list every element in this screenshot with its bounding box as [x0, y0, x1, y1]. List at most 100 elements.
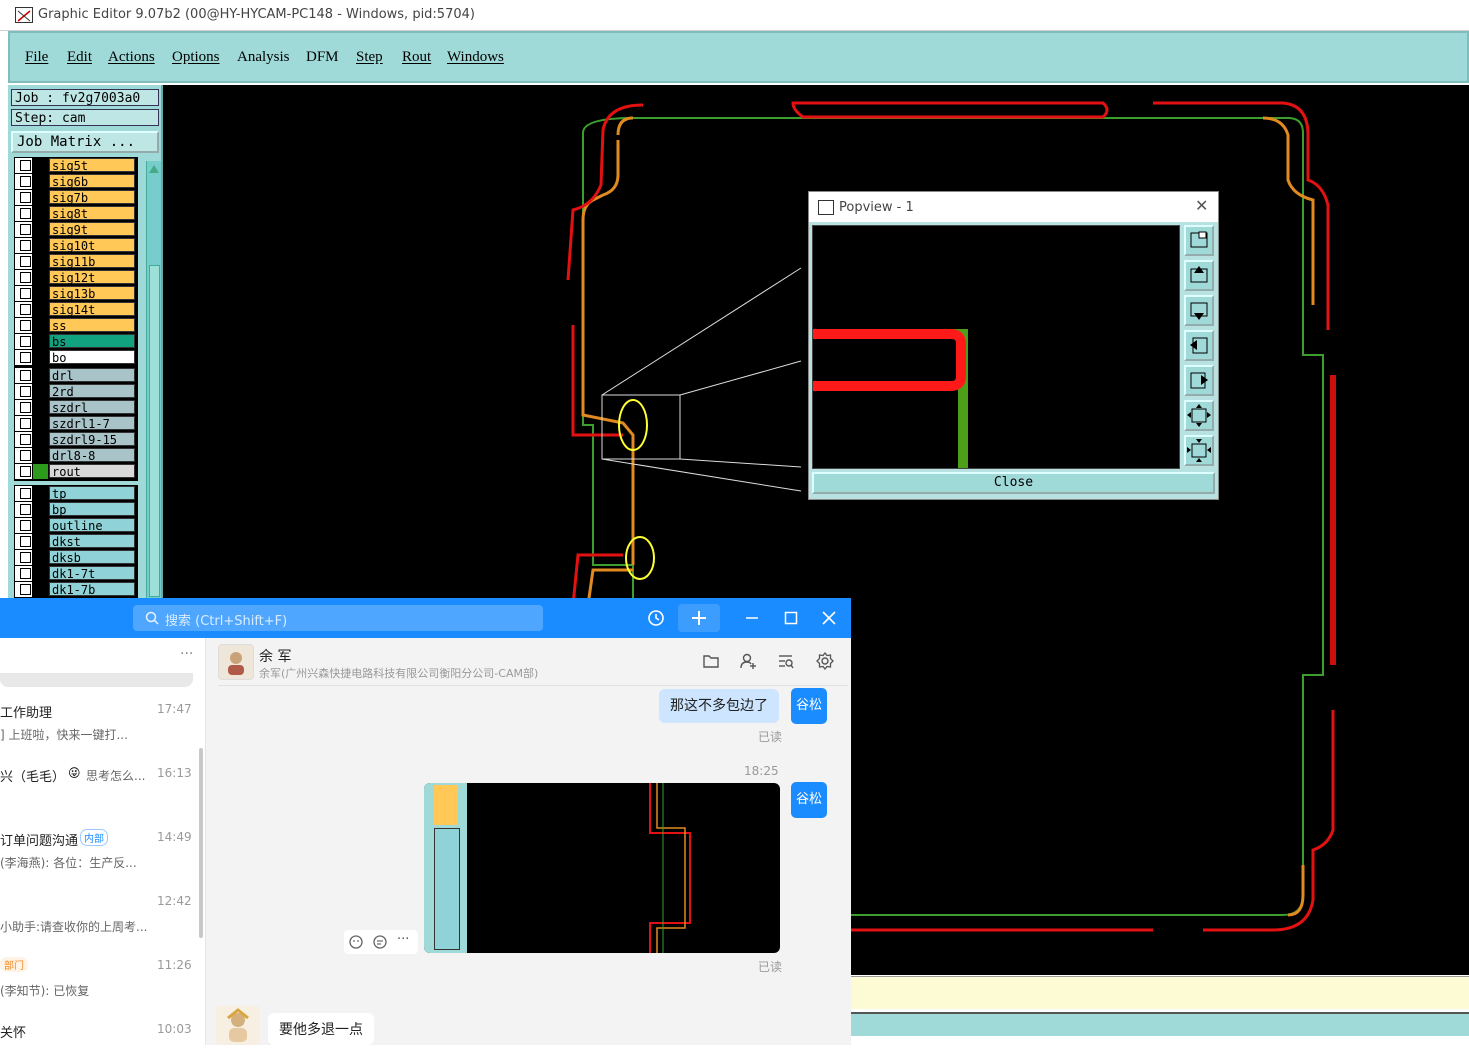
scroll-up-icon[interactable]: [147, 162, 161, 176]
layer-checkbox[interactable]: [20, 402, 31, 413]
layer-row-dk1-7t[interactable]: dk1-7t: [14, 566, 140, 581]
layer-name[interactable]: dk1-7t: [49, 566, 135, 581]
layer-row-dkst[interactable]: dkst: [14, 534, 140, 549]
layer-affect-swatch[interactable]: [33, 384, 48, 399]
reaction-icon[interactable]: [348, 934, 364, 950]
layer-affect-swatch[interactable]: [33, 350, 48, 365]
layer-affect-swatch[interactable]: [33, 334, 48, 349]
layer-affect-swatch[interactable]: [33, 368, 48, 383]
layer-checkbox[interactable]: [20, 504, 31, 515]
layer-name[interactable]: szdrl9-15: [49, 432, 135, 447]
layer-affect-swatch[interactable]: [33, 416, 48, 431]
layer-row-sig9t[interactable]: sig9t: [14, 222, 140, 237]
message-bubble[interactable]: 那这不多包边了: [659, 689, 779, 723]
layer-name[interactable]: rout: [49, 464, 135, 479]
layer-name[interactable]: sig10t: [49, 238, 135, 253]
layer-row-bo[interactable]: bo: [14, 350, 140, 365]
message-image[interactable]: [424, 783, 780, 953]
layer-name[interactable]: szdrl: [49, 400, 135, 415]
layer-row-bs[interactable]: bs: [14, 334, 140, 349]
add-member-icon[interactable]: [739, 652, 757, 670]
layer-affect-swatch[interactable]: [33, 502, 48, 517]
job-matrix-button[interactable]: Job Matrix ...: [11, 131, 159, 153]
layer-name[interactable]: bs: [49, 334, 135, 349]
layer-checkbox[interactable]: [20, 320, 31, 331]
layer-checkbox[interactable]: [20, 160, 31, 171]
layer-row-sig8t[interactable]: sig8t: [14, 206, 140, 221]
layer-row-drl[interactable]: drl: [14, 368, 140, 383]
layer-affect-swatch[interactable]: [33, 222, 48, 237]
layer-affect-swatch[interactable]: [33, 158, 48, 173]
layer-name[interactable]: sig6b: [49, 174, 135, 189]
popview-pan-left-button[interactable]: [1184, 330, 1214, 361]
layer-row-dksb[interactable]: dksb: [14, 550, 140, 565]
layer-affect-swatch[interactable]: [33, 432, 48, 447]
layer-affect-swatch[interactable]: [33, 190, 48, 205]
layer-row-sig14t[interactable]: sig14t: [14, 302, 140, 317]
layer-row-drl8-8[interactable]: drl8-8: [14, 448, 140, 463]
layer-affect-swatch[interactable]: [33, 238, 48, 253]
settings-gear-icon[interactable]: [816, 652, 834, 670]
layer-affect-swatch[interactable]: [33, 518, 48, 533]
maximize-icon[interactable]: [784, 611, 798, 625]
menu-file[interactable]: File: [25, 49, 48, 66]
menu-windows[interactable]: Windows: [447, 49, 504, 66]
folder-icon[interactable]: [702, 652, 720, 670]
layer-checkbox[interactable]: [20, 552, 31, 563]
layer-row-tp[interactable]: tp: [14, 486, 140, 501]
layer-row-bp[interactable]: bp: [14, 502, 140, 517]
layer-row-dk1-7b[interactable]: dk1-7b: [14, 582, 140, 597]
close-icon[interactable]: [822, 611, 836, 625]
layer-affect-swatch[interactable]: [33, 270, 48, 285]
popview-zoom-fit-button[interactable]: [1184, 225, 1214, 256]
menu-analysis[interactable]: Analysis: [237, 49, 290, 66]
layer-checkbox[interactable]: [20, 568, 31, 579]
sender-avatar[interactable]: 谷松: [791, 688, 827, 724]
layer-name[interactable]: bo: [49, 350, 135, 365]
layer-checkbox[interactable]: [20, 488, 31, 499]
layer-checkbox[interactable]: [20, 336, 31, 347]
layer-checkbox[interactable]: [20, 520, 31, 531]
popview-close-icon[interactable]: ✕: [1195, 196, 1208, 215]
layer-row-rout[interactable]: rout: [14, 464, 140, 479]
layer-name[interactable]: ss: [49, 318, 135, 333]
layer-name[interactable]: drl8-8: [49, 448, 135, 463]
popview-zoom-in-button[interactable]: [1184, 400, 1214, 431]
popview-pan-right-button[interactable]: [1184, 365, 1214, 396]
layer-checkbox[interactable]: [20, 536, 31, 547]
layer-checkbox[interactable]: [20, 434, 31, 445]
minimize-icon[interactable]: [745, 611, 759, 625]
more-icon[interactable]: ···: [397, 932, 409, 947]
layer-row-sig5t[interactable]: sig5t: [14, 158, 140, 173]
layer-name[interactable]: dksb: [49, 550, 135, 565]
layer-affect-swatch[interactable]: [33, 174, 48, 189]
layer-checkbox[interactable]: [20, 272, 31, 283]
menu-dfm[interactable]: DFM: [306, 49, 339, 66]
layer-affect-swatch[interactable]: [33, 318, 48, 333]
layer-name[interactable]: dkst: [49, 534, 135, 549]
layer-row-sig11b[interactable]: sig11b: [14, 254, 140, 269]
layer-name[interactable]: sig7b: [49, 190, 135, 205]
layer-checkbox[interactable]: [20, 418, 31, 429]
layer-checkbox[interactable]: [20, 386, 31, 397]
layer-name[interactable]: sig9t: [49, 222, 135, 237]
layer-name[interactable]: outline: [49, 518, 135, 533]
list-item[interactable]: 部门 11:26 (李知节): 已恢复: [0, 954, 195, 1014]
search-history-icon[interactable]: [777, 652, 795, 670]
list-item[interactable]: 工作助理 17:47 ] 上班啦，快来一键打...: [0, 698, 195, 758]
layer-checkbox[interactable]: [20, 304, 31, 315]
layer-row-szdrl[interactable]: szdrl: [14, 400, 140, 415]
layer-affect-swatch[interactable]: [33, 582, 48, 597]
layer-affect-swatch[interactable]: [33, 448, 48, 463]
layer-name[interactable]: szdrl1-7: [49, 416, 135, 431]
layer-name[interactable]: sig11b: [49, 254, 135, 269]
add-button[interactable]: [678, 604, 720, 632]
layer-checkbox[interactable]: [20, 450, 31, 461]
list-item[interactable]: 关怀 10:03: [0, 1018, 195, 1048]
layer-checkbox[interactable]: [20, 370, 31, 381]
layer-checkbox[interactable]: [20, 176, 31, 187]
layer-row-sig6b[interactable]: sig6b: [14, 174, 140, 189]
popview-close-button[interactable]: Close: [812, 472, 1215, 494]
layer-row-outline[interactable]: outline: [14, 518, 140, 533]
layer-affect-swatch[interactable]: [33, 400, 48, 415]
